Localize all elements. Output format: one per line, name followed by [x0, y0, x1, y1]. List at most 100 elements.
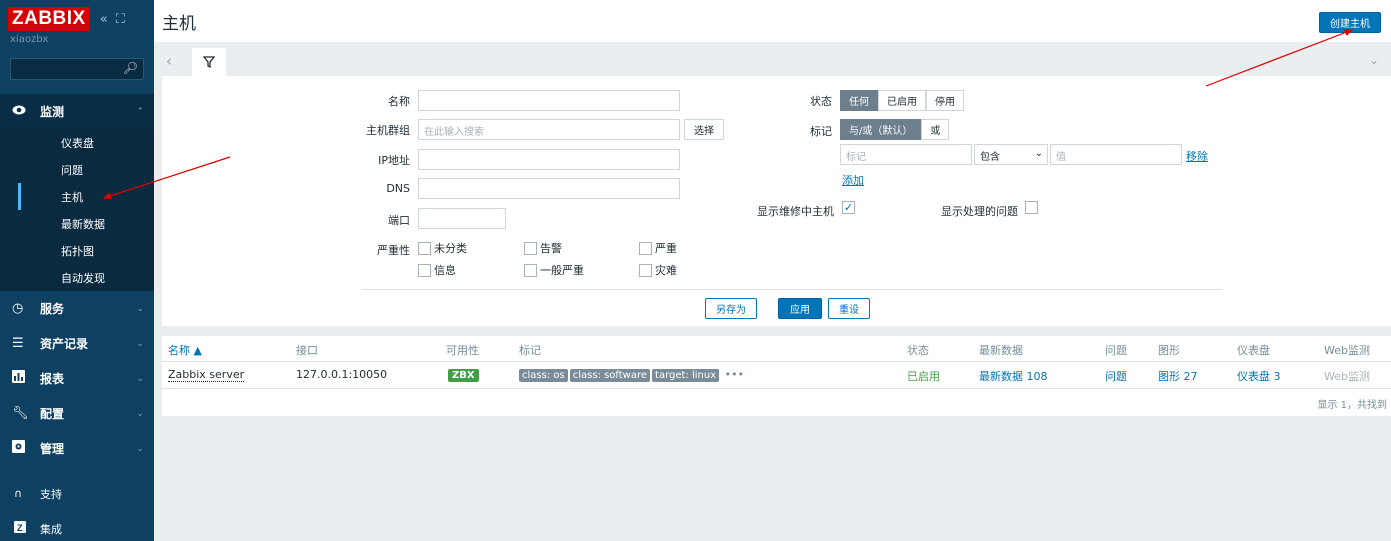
kiosk-mode-icon[interactable]: ⛶ [116, 12, 125, 27]
menu-monitoring[interactable]: 监测 ⌃ [0, 94, 154, 129]
port-label: 端口 [388, 214, 410, 227]
menu-reports[interactable]: 报表 ⌄ [0, 361, 154, 396]
monitoring-submenu: 仪表盘 问题 主机 最新数据 拓扑图 自动发现 [0, 129, 154, 291]
menu-services[interactable]: ◷ 服务 ⌄ [0, 291, 154, 326]
collapse-sidebar-icon[interactable]: « [100, 12, 108, 27]
problems-link[interactable]: 问题 [1105, 368, 1127, 384]
integrations-icon: Z [14, 521, 36, 536]
chevron-down-icon: ⌄ [136, 338, 144, 349]
col-graphs: 图形 [1158, 344, 1180, 357]
port-input[interactable] [418, 208, 506, 229]
hostgroup-label: 主机群组 [366, 124, 410, 137]
menu-administration[interactable]: 管理 ⌄ [0, 431, 154, 466]
show-maintenance-label: 显示维修中主机 [757, 205, 834, 218]
submenu-hosts[interactable]: 主机 [18, 183, 154, 210]
menu-integrations[interactable]: Z 集成 [0, 511, 154, 541]
save-as-button[interactable]: 另存为 [705, 298, 757, 319]
tag-badge[interactable]: class: os [519, 369, 568, 382]
menu-services-label: 服务 [40, 302, 65, 316]
menu-support[interactable]: ∩ 支持 [0, 476, 154, 511]
show-suppressed-checkbox[interactable] [1025, 201, 1041, 214]
graphs-link[interactable]: 图形 27 [1158, 368, 1198, 384]
add-tag-link[interactable]: 添加 [842, 172, 864, 188]
name-input[interactable] [418, 90, 680, 111]
main-area: 主机 创建主机 ‹ ⌄ 名称 主机群组 在此输入搜索 选择 IP地址 DNS 端… [154, 0, 1391, 541]
logo-row: ZABBIX « ⛶ [0, 0, 154, 38]
tags-label: 标记 [810, 125, 832, 138]
tag-name-input[interactable]: 标记 [840, 144, 972, 165]
chevron-left-icon[interactable]: ‹ [166, 52, 172, 70]
wrench-icon: 🔧︎ [12, 406, 29, 421]
filter-panel: 名称 主机群组 在此输入搜索 选择 IP地址 DNS 端口 严重性 未分类 告警… [162, 76, 1391, 326]
apply-button[interactable]: 应用 [778, 298, 822, 319]
latest-data-link[interactable]: 最新数据 108 [979, 368, 1048, 384]
remove-tag-link[interactable]: 移除 [1186, 148, 1208, 164]
dashboards-link[interactable]: 仪表盘 3 [1237, 368, 1281, 384]
submenu-maps[interactable]: 拓扑图 [18, 237, 154, 264]
status-enabled[interactable]: 已启用 [878, 90, 926, 111]
menu-inventory[interactable]: ☰ 资产记录 ⌄ [0, 326, 154, 361]
status-any[interactable]: 任何 [840, 90, 878, 111]
severity-information[interactable]: 信息 [418, 262, 456, 278]
eye-icon [12, 104, 34, 119]
gear-icon [12, 440, 34, 457]
submenu-dashboard[interactable]: 仪表盘 [18, 129, 154, 156]
ip-label: IP地址 [378, 154, 410, 167]
sidebar: ZABBIX « ⛶ xiaozbx 🔎︎ 监测 ⌃ 仪表盘 问题 主机 最新数… [0, 0, 154, 541]
menu-configuration-label: 配置 [40, 407, 65, 421]
hostgroup-input[interactable]: 在此输入搜索 [418, 119, 680, 140]
submenu-latest-data[interactable]: 最新数据 [18, 210, 154, 237]
status-disabled[interactable]: 停用 [926, 90, 964, 111]
sidebar-search: 🔎︎ [10, 58, 144, 80]
host-status[interactable]: 已启用 [907, 368, 940, 384]
col-interface[interactable]: 接口 [296, 342, 318, 358]
chevron-down-icon[interactable]: ⌄ [1369, 53, 1379, 67]
severity-average[interactable]: 一般严重 [524, 262, 584, 278]
menu-support-label: 支持 [40, 487, 62, 501]
table-footer-info: 显示 1，共找到 [1317, 400, 1387, 411]
more-tags-icon[interactable]: ••• [725, 368, 744, 381]
dns-input[interactable] [418, 178, 680, 199]
menu-integrations-label: 集成 [40, 522, 62, 536]
page-header: 主机 [154, 0, 1391, 42]
ip-input[interactable] [418, 149, 680, 170]
severity-disaster[interactable]: 灾难 [639, 262, 677, 278]
status-label: 状态 [810, 95, 832, 108]
search-icon[interactable]: 🔎︎ [123, 61, 138, 75]
web-monitoring-text: Web监测 [1324, 370, 1370, 383]
submenu-discovery[interactable]: 自动发现 [18, 264, 154, 291]
chevron-down-icon: ⌄ [136, 373, 144, 384]
col-web: Web监测 [1324, 344, 1370, 357]
row-separator [162, 388, 1391, 389]
filter-icon [203, 56, 215, 68]
show-maintenance-checkbox[interactable]: ✓ [842, 201, 858, 214]
clock-icon: ◷ [12, 301, 24, 316]
host-name[interactable]: Zabbix server [168, 368, 245, 382]
tag-badge[interactable]: target: linux [652, 369, 720, 382]
severity-warning[interactable]: 告警 [524, 240, 562, 256]
severity-not-classified[interactable]: 未分类 [418, 240, 467, 256]
page-title: 主机 [162, 13, 196, 34]
col-name[interactable]: 名称 ▲ [168, 342, 202, 358]
availability-zbx-badge[interactable]: ZBX [448, 369, 479, 382]
reset-button[interactable]: 重设 [828, 298, 870, 319]
col-status[interactable]: 状态 [907, 342, 929, 358]
host-tags: class: os class: software target: linux ••… [519, 368, 744, 382]
hosts-table: 名称 ▲ 接口 可用性 标记 状态 最新数据 问题 图形 仪表盘 Web监测 Z… [162, 336, 1391, 416]
chart-icon [12, 370, 34, 387]
col-tags: 标记 [519, 344, 541, 357]
tag-badge[interactable]: class: software [569, 369, 651, 382]
menu-configuration[interactable]: 🔧︎ 配置 ⌄ [0, 396, 154, 431]
select-hostgroup-button[interactable]: 选择 [684, 119, 724, 140]
submenu-problems[interactable]: 问题 [18, 156, 154, 183]
tag-condition-select[interactable]: 包含 ⌄ [974, 144, 1048, 165]
filter-tab[interactable] [192, 48, 226, 76]
severity-high[interactable]: 严重 [639, 240, 677, 256]
create-host-button[interactable]: 创建主机 [1319, 12, 1381, 33]
tag-operator-or[interactable]: 或 [921, 119, 950, 140]
tag-operator-andor[interactable]: 与/或（默认） [840, 119, 922, 140]
zabbix-logo[interactable]: ZABBIX [8, 7, 90, 31]
tag-value-input[interactable]: 值 [1050, 144, 1182, 165]
name-label: 名称 [388, 95, 410, 108]
col-availability: 可用性 [446, 344, 479, 357]
